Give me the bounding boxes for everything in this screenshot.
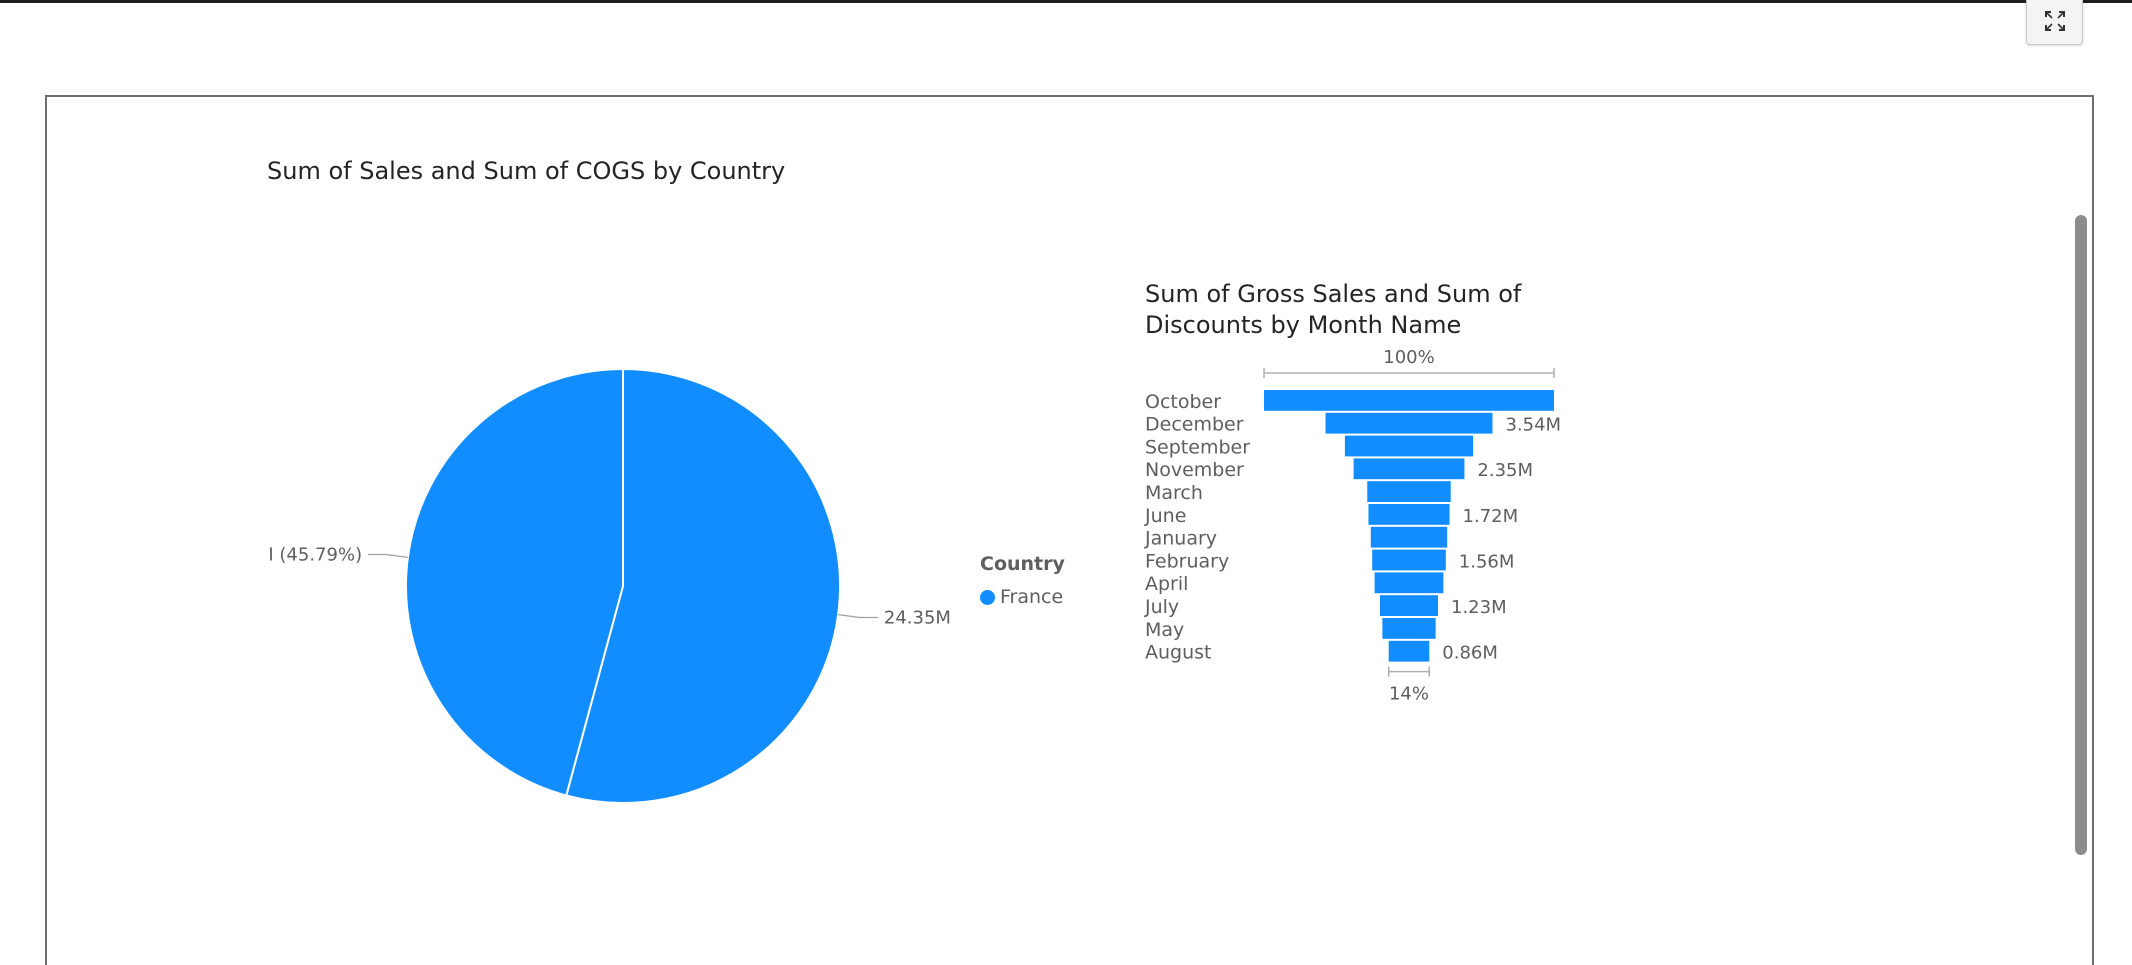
pie-chart-title: Sum of Sales and Sum of COGS by Country [267,157,786,185]
funnel-bar-may[interactable] [1382,618,1436,639]
funnel-chart: 100% OctoberDecember 3.54M SeptemberNovembe… [1144,347,1561,705]
funnel-bar-october[interactable] [1264,390,1554,411]
pie-chart: 24.35M (54.21%) 20.57M (45.79%) [270,367,950,804]
funnel-bottom-percent-label: 14% [1389,684,1429,705]
funnel-bar-september[interactable] [1344,435,1474,457]
funnel-bottom-bracket [1387,666,1431,677]
funnel-chart-title: Sum of Gross Sales and Sum of Discounts … [1145,280,1522,339]
pie-data-label-0: 24.35M (54.21%) [884,607,950,628]
funnel-category-label: September [1145,436,1250,458]
funnel-data-label: 1.72M [1463,506,1519,527]
funnel-bar-august[interactable] [1388,640,1430,662]
funnel-category-label: December [1145,414,1244,436]
funnel-category-label: June [1144,505,1186,527]
funnel-top-percent-label: 100% [1383,347,1434,368]
funnel-data-label: 1.23M [1451,597,1507,618]
funnel-bar-march[interactable] [1367,481,1451,502]
funnel-bar-december[interactable] [1325,412,1493,434]
legend-item-france[interactable]: France [980,586,1065,608]
funnel-bar-april[interactable] [1374,572,1444,594]
funnel-category-label: April [1145,573,1188,595]
pie-data-label-1: 20.57M (45.79%) [270,545,362,566]
funnel-category-label: October [1145,391,1221,413]
funnel-bar-november[interactable] [1353,458,1465,480]
funnel-data-label: 3.54M [1505,415,1561,436]
pie-leader-line-0 [838,614,878,619]
funnel-category-label: November [1145,459,1244,481]
funnel-data-label: 0.86M [1442,643,1498,664]
funnel-bar-june[interactable] [1368,504,1450,525]
vertical-scrollbar[interactable] [2075,215,2087,855]
funnel-top-bracket [1263,368,1555,378]
legend-marker-dot [980,589,995,605]
legend-title: Country [980,553,1065,575]
legend-item-label: France [1000,586,1064,608]
pie-legend: Country France [980,553,1065,608]
expand-icon [2045,11,2065,31]
funnel-category-label: January [1144,528,1217,550]
funnel-data-label: 1.56M [1459,551,1515,572]
funnel-category-label: July [1144,596,1179,618]
funnel-bar-february[interactable] [1372,549,1446,571]
focus-mode-button[interactable] [2026,0,2083,45]
pie-leader-line-1 [368,553,408,558]
funnel-bar-january[interactable] [1370,526,1448,548]
funnel-data-label: 2.35M [1477,460,1533,481]
funnel-category-label: February [1145,550,1229,572]
funnel-category-label: May [1145,619,1184,641]
funnel-category-label: March [1145,482,1203,504]
funnel-bar-july[interactable] [1380,595,1438,616]
funnel-category-label: August [1145,642,1212,664]
top-border [0,0,2132,3]
